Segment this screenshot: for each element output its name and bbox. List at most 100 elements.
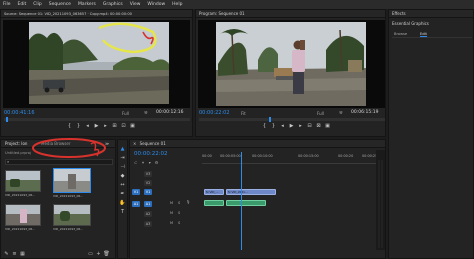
source-fit-select[interactable]: Full bbox=[122, 111, 129, 116]
hand-tool-icon[interactable]: ✋ bbox=[119, 200, 126, 207]
audio-clip[interactable] bbox=[204, 200, 224, 206]
source-monitor: Source: Sequence 01: VID_20211093_063657… bbox=[0, 9, 193, 137]
mute-button[interactable]: M bbox=[170, 211, 173, 215]
track-label[interactable]: A1 bbox=[144, 201, 152, 207]
tab-project[interactable]: Project: Ion bbox=[5, 140, 27, 148]
solo-button[interactable]: S bbox=[178, 201, 180, 205]
ruler-tick: 00:00:15:00 bbox=[298, 154, 319, 158]
menu-help[interactable]: Help bbox=[172, 0, 182, 9]
type-tool-icon[interactable]: T bbox=[119, 209, 126, 216]
playhead-line[interactable] bbox=[241, 152, 242, 250]
video-clip[interactable]: fx VID_2021... bbox=[226, 189, 276, 195]
track-label[interactable]: V3 bbox=[144, 171, 152, 177]
time-ruler[interactable]: 00:00 00:00:05:00 00:00:10:00 00:00:15:0… bbox=[202, 152, 384, 164]
program-timecode[interactable]: 00:00:22:02 bbox=[199, 110, 230, 116]
project-search-bar: ⌕ bbox=[5, 159, 113, 165]
menu-edit[interactable]: Edit bbox=[18, 0, 27, 9]
source-patch[interactable]: V1 bbox=[132, 189, 140, 195]
mute-button[interactable]: M bbox=[170, 221, 173, 225]
ruler-tick: 00:00:25 bbox=[362, 154, 378, 158]
mark-out-icon[interactable]: } bbox=[75, 123, 82, 130]
solo-button[interactable]: S bbox=[178, 211, 180, 215]
audio-clip[interactable] bbox=[226, 200, 266, 206]
tab-browse[interactable]: Browse bbox=[394, 32, 407, 36]
essential-graphics-title[interactable]: Essential Graphics bbox=[392, 21, 429, 26]
track-select-icon[interactable]: ⇥ bbox=[119, 155, 126, 162]
mark-in-icon[interactable]: { bbox=[66, 123, 73, 130]
step-back-icon[interactable]: ◂ bbox=[279, 123, 286, 130]
step-back-icon[interactable]: ◂ bbox=[84, 123, 91, 130]
razor-tool-icon[interactable]: ◆ bbox=[119, 173, 126, 180]
insert-icon[interactable]: ⊞ bbox=[111, 123, 118, 130]
menu-markers[interactable]: Markers bbox=[78, 0, 96, 9]
ripple-edit-icon[interactable]: ⊣ bbox=[119, 164, 126, 171]
overwrite-icon[interactable]: ⊡ bbox=[120, 123, 127, 130]
clip-thumbnail[interactable] bbox=[53, 204, 91, 226]
program-scrub-bar[interactable] bbox=[199, 117, 385, 122]
clip-thumbnail[interactable] bbox=[5, 170, 41, 192]
wrench-icon[interactable]: ⚒ bbox=[339, 110, 343, 115]
solo-button[interactable]: S bbox=[178, 221, 180, 225]
source-scrub-bar[interactable] bbox=[4, 117, 190, 122]
play-icon[interactable]: ▶ bbox=[93, 123, 100, 130]
timeline-timecode[interactable]: 00:00:22:02 bbox=[134, 151, 168, 157]
clip-thumbnail[interactable] bbox=[5, 204, 41, 226]
new-item-icon[interactable]: + bbox=[96, 251, 101, 258]
marker-icon[interactable]: ▾ bbox=[149, 160, 151, 166]
effects-header[interactable]: Effects bbox=[389, 10, 473, 18]
program-fit-select[interactable]: Fit bbox=[241, 111, 246, 116]
track-area[interactable]: fx VID_... fx VID_2021... bbox=[202, 152, 372, 250]
voiceover-icon[interactable]: 🎙 bbox=[186, 200, 190, 204]
pencil-icon[interactable]: ✎ bbox=[4, 251, 9, 258]
video-clip[interactable]: fx VID_... bbox=[204, 189, 224, 195]
eg-tab-row: Browse Edit bbox=[392, 30, 472, 38]
trash-icon[interactable]: 🗑 bbox=[103, 251, 109, 258]
export-frame-icon[interactable]: ▣ bbox=[324, 123, 331, 130]
source-playhead[interactable] bbox=[6, 117, 8, 122]
track-label[interactable]: A2 bbox=[144, 211, 152, 217]
mark-out-icon[interactable]: } bbox=[270, 123, 277, 130]
slip-tool-icon[interactable]: ↔ bbox=[119, 182, 126, 189]
source-patch[interactable]: A1 bbox=[132, 201, 140, 207]
tab-edit[interactable]: Edit bbox=[420, 32, 427, 37]
menu-clip[interactable]: Clip bbox=[33, 0, 42, 9]
close-icon[interactable]: × bbox=[133, 141, 136, 146]
lift-icon[interactable]: ⊟ bbox=[306, 123, 313, 130]
source-video-image bbox=[29, 22, 169, 104]
menu-file[interactable]: File bbox=[3, 0, 11, 9]
step-forward-icon[interactable]: ▸ bbox=[102, 123, 109, 130]
track-label[interactable]: V2 bbox=[144, 180, 152, 186]
extract-icon[interactable]: ⊠ bbox=[315, 123, 322, 130]
menu-view[interactable]: View bbox=[130, 0, 141, 9]
program-quality-select[interactable]: Full bbox=[317, 111, 324, 116]
settings-icon[interactable]: ⚙ bbox=[155, 160, 159, 166]
selection-tool-icon[interactable]: ▲ bbox=[119, 146, 126, 153]
export-frame-icon[interactable]: ▣ bbox=[129, 123, 136, 130]
snap-icon[interactable]: ⊂ bbox=[134, 160, 137, 166]
project-bin-grid: VID_20211093_06... VID_20211093_06... VI… bbox=[5, 168, 113, 250]
track-headers: V3 V2 V1 V1 A1 A1 M S 🎙 A2 M S A3 M S bbox=[130, 170, 200, 250]
play-icon[interactable]: ▶ bbox=[288, 123, 295, 130]
sequence-tab-label[interactable]: Sequence 01 bbox=[140, 141, 166, 146]
list-view-icon[interactable]: ≡ bbox=[12, 251, 17, 258]
new-bin-icon[interactable]: ▭ bbox=[88, 251, 93, 258]
program-timecode-row: 00:00:22:02 Fit Full ⚒ 00:06:15:19 bbox=[199, 110, 386, 117]
clip-thumbnail[interactable] bbox=[53, 168, 91, 193]
menu-graphics[interactable]: Graphics bbox=[103, 0, 123, 9]
track-a2: A2 M S bbox=[130, 210, 200, 218]
icon-view-icon[interactable]: ▦ bbox=[20, 251, 25, 258]
link-icon[interactable]: ⚭ bbox=[141, 160, 144, 166]
program-playhead[interactable] bbox=[269, 117, 271, 122]
search-icon[interactable]: ⌕ bbox=[7, 159, 9, 164]
menu-sequence[interactable]: Sequence bbox=[49, 0, 71, 9]
track-label[interactable]: A3 bbox=[144, 221, 152, 227]
program-video-frame bbox=[198, 20, 385, 108]
pen-tool-icon[interactable]: ✒ bbox=[119, 191, 126, 198]
track-label[interactable]: V1 bbox=[144, 189, 152, 195]
mark-in-icon[interactable]: { bbox=[261, 123, 268, 130]
step-forward-icon[interactable]: ▸ bbox=[297, 123, 304, 130]
source-timecode[interactable]: 00:00:41:16 bbox=[4, 110, 35, 116]
menu-window[interactable]: Window bbox=[147, 0, 165, 9]
mute-button[interactable]: M bbox=[170, 201, 173, 205]
wrench-icon[interactable]: ⚒ bbox=[144, 110, 148, 115]
